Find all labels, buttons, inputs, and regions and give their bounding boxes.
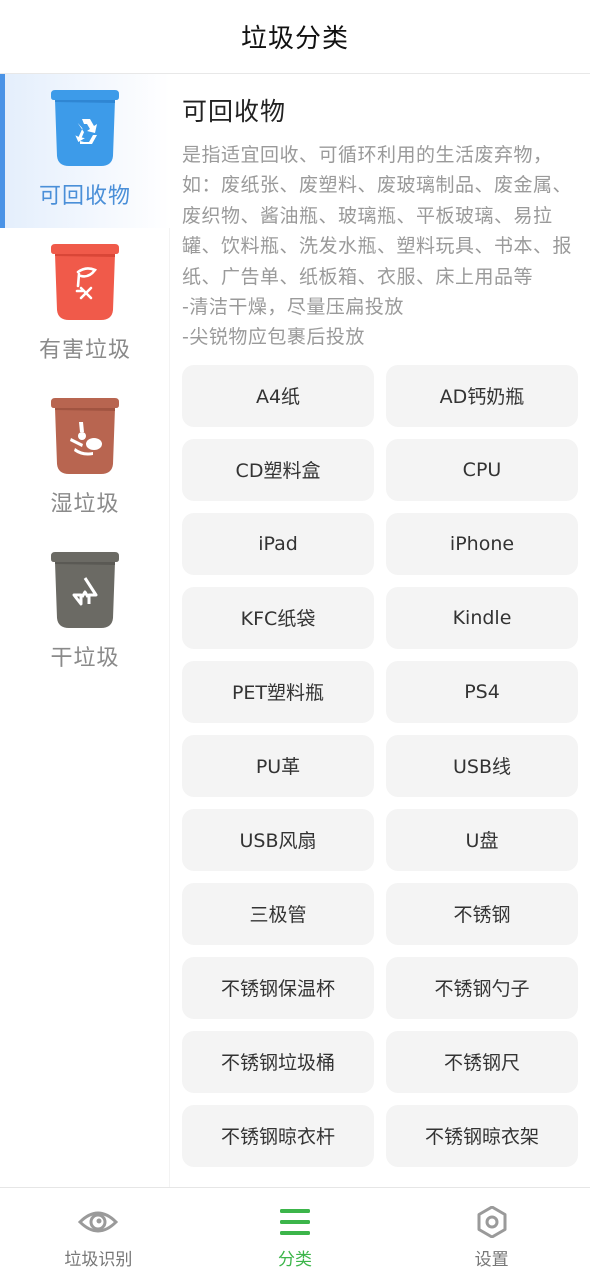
eye-icon (78, 1211, 119, 1233)
item-chip[interactable]: 不锈钢垃圾桶 (182, 1030, 374, 1093)
item-chip[interactable]: U盘 (386, 808, 578, 871)
category-title: 可回收物 (182, 97, 287, 126)
item-chip[interactable]: 不锈钢 (386, 882, 578, 945)
wet-waste-bin-icon (51, 398, 119, 474)
item-chip[interactable]: 不锈钢保温杯 (182, 956, 374, 1019)
item-chip[interactable]: AD钙奶瓶 (386, 364, 578, 427)
item-chip[interactable]: 三极管 (182, 882, 374, 945)
item-chip[interactable]: iPhone (386, 512, 578, 575)
dry-waste-bin-icon (51, 552, 119, 628)
page-title: 垃圾分类 (240, 24, 349, 54)
app-header: 垃圾分类 (0, 0, 590, 74)
recyclable-bin-icon (51, 90, 119, 166)
sidebar-item-label: 干垃圾 (50, 646, 120, 671)
settings-hexagon-icon (477, 1206, 507, 1238)
sidebar-item-label: 湿垃圾 (50, 492, 120, 517)
item-chip[interactable]: PS4 (386, 660, 578, 723)
item-chip[interactable]: PU革 (182, 734, 374, 797)
item-chip[interactable]: 不锈钢勺子 (386, 956, 578, 1019)
sidebar-item-recyclable[interactable]: 可回收物 (0, 74, 170, 228)
app-root: 垃圾分类 可回收物 有害垃圾 湿垃圾 干垃圾 可回收物 是指适宜回收、可循环利用… (0, 0, 590, 1280)
tab-classify[interactable]: 分类 (197, 1188, 394, 1280)
tab-recognize[interactable]: 垃圾识别 (0, 1188, 197, 1280)
item-chip[interactable]: iPad (182, 512, 374, 575)
item-chip[interactable]: Kindle (386, 586, 578, 649)
item-chip[interactable]: CD塑料盒 (182, 438, 374, 501)
category-sidebar: 可回收物 有害垃圾 湿垃圾 干垃圾 (0, 74, 170, 1187)
item-chip[interactable]: KFC纸袋 (182, 586, 374, 649)
item-chip[interactable]: PET塑料瓶 (182, 660, 374, 723)
item-chip[interactable]: USB风扇 (182, 808, 374, 871)
item-chip[interactable]: 不锈钢尺 (386, 1030, 578, 1093)
tab-label: 设置 (474, 1250, 509, 1270)
sidebar-item-dry-waste[interactable]: 干垃圾 (0, 536, 170, 690)
hazardous-bin-icon (51, 244, 119, 320)
item-chip[interactable]: 不锈钢晾衣杆 (182, 1104, 374, 1167)
tab-settings[interactable]: 设置 (393, 1188, 590, 1280)
category-content: 可回收物 是指适宜回收、可循环利用的生活废弃物，如：废纸张、废塑料、废玻璃制品、… (170, 74, 590, 1187)
item-chip[interactable]: A4纸 (182, 364, 374, 427)
tab-label: 分类 (278, 1250, 312, 1270)
sidebar-item-wet-waste[interactable]: 湿垃圾 (0, 382, 170, 536)
item-chip[interactable]: 不锈钢晾衣架 (386, 1104, 578, 1167)
item-grid: A4纸 AD钙奶瓶 CD塑料盒 CPU iPad iPhone KFC纸袋 Ki… (182, 364, 578, 1167)
sidebar-item-label: 有害垃圾 (38, 338, 131, 363)
item-chip[interactable]: USB线 (386, 734, 578, 797)
item-chip[interactable]: CPU (386, 438, 578, 501)
list-menu-icon (280, 1209, 310, 1235)
category-description: 是指适宜回收、可循环利用的生活废弃物，如：废纸张、废塑料、废玻璃制品、废金属、废… (182, 144, 573, 349)
tab-label: 垃圾识别 (64, 1250, 133, 1270)
bottom-nav: 垃圾识别 分类 设置 (0, 1187, 590, 1280)
sidebar-item-hazardous[interactable]: 有害垃圾 (0, 228, 170, 382)
sidebar-item-label: 可回收物 (38, 184, 131, 209)
